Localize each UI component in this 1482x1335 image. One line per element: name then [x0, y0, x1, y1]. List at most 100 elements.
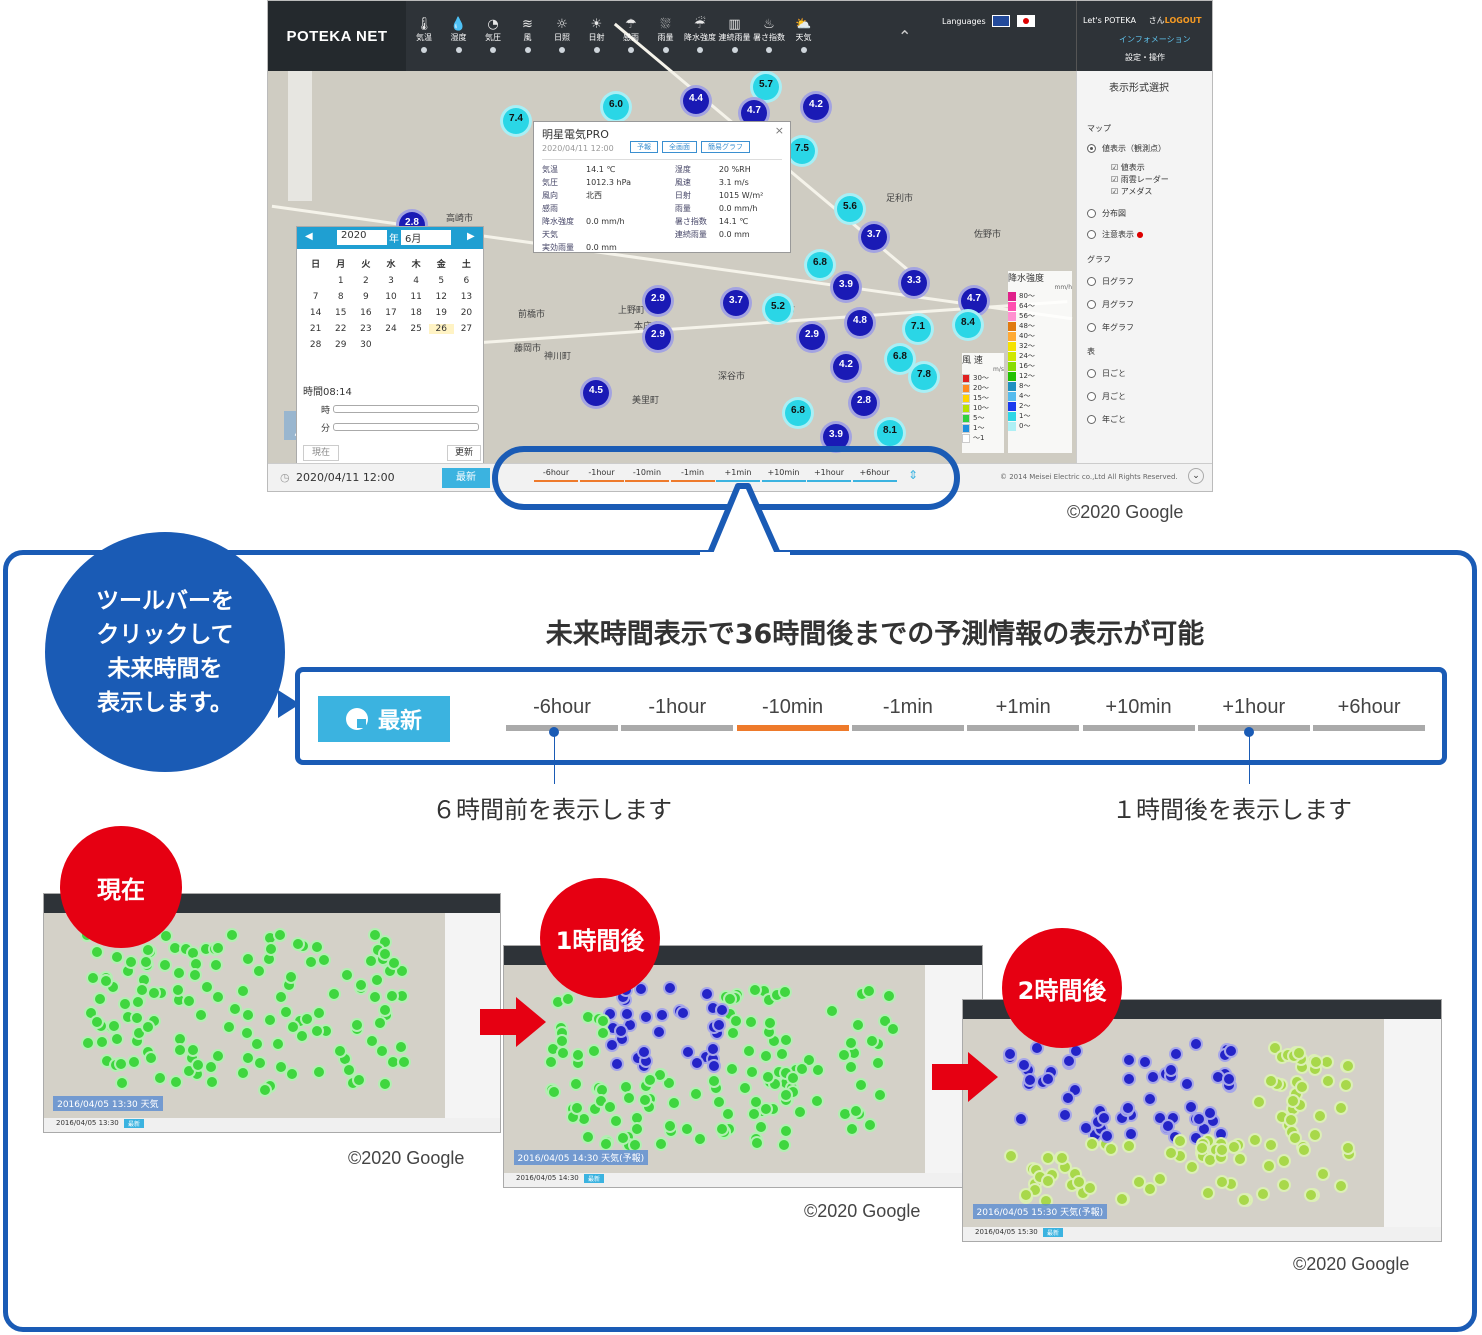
weather-item-3[interactable]: ≋ 風	[512, 17, 544, 67]
weather-item-radio[interactable]	[628, 47, 634, 53]
weather-item-2[interactable]: ◔ 気圧	[477, 17, 509, 67]
weather-item-0[interactable]: 🌡 気温	[408, 17, 440, 67]
uk-flag-icon[interactable]	[992, 15, 1011, 27]
radio-alert[interactable]: 注意表示 ●	[1087, 229, 1144, 240]
calendar-day[interactable]: 7	[303, 292, 328, 302]
radio-month-graph[interactable]: 月グラフ	[1087, 299, 1134, 310]
calendar-day[interactable]: 26	[428, 324, 454, 334]
expand-toggle-icon[interactable]: ⌃	[898, 27, 911, 46]
weather-item-1[interactable]: 💧 湿度	[443, 17, 475, 67]
prev-month-icon[interactable]: ◀	[305, 231, 313, 242]
thumb-latest-button[interactable]: 最新	[124, 1118, 145, 1128]
weather-item-radio[interactable]	[593, 47, 600, 53]
year-select[interactable]: 2020	[337, 230, 387, 245]
calendar-day[interactable]: 2	[353, 276, 378, 286]
station-marker[interactable]: 8.4	[952, 309, 984, 341]
station-marker[interactable]: 8.1	[874, 417, 906, 449]
calendar-day[interactable]: 9	[353, 292, 378, 302]
station-marker[interactable]: 4.2	[800, 91, 832, 123]
month-select[interactable]: 6月	[401, 230, 451, 245]
station-marker[interactable]: 7.8	[908, 361, 940, 393]
collapse-icon[interactable]: ⌄	[1188, 468, 1204, 484]
calendar-day[interactable]: 30	[353, 340, 378, 350]
time-step-+1hour[interactable]: +1hour	[1197, 696, 1310, 731]
radio-by-year[interactable]: 年ごと	[1087, 414, 1126, 425]
calendar-day[interactable]: 6	[454, 276, 479, 286]
time-step--1hour[interactable]: -1hour	[621, 696, 734, 731]
time-step--6hour[interactable]: -6hour	[506, 696, 618, 731]
radio-by-month[interactable]: 月ごと	[1087, 391, 1126, 402]
station-marker[interactable]: 2.9	[796, 321, 828, 353]
radio-day-graph[interactable]: 日グラフ	[1087, 276, 1134, 287]
time-step--10min[interactable]: -10min	[736, 696, 849, 731]
calendar-day[interactable]: 8	[328, 292, 353, 302]
station-marker[interactable]: 4.4	[680, 85, 712, 117]
calendar-day[interactable]: 24	[378, 324, 403, 334]
station-marker[interactable]: 2.9	[642, 285, 674, 317]
latest-button[interactable]: 最新	[442, 468, 490, 488]
weather-item-radio[interactable]	[559, 47, 565, 53]
station-marker[interactable]: 6.0	[600, 91, 632, 123]
popup-tab-2[interactable]: 簡易グラフ	[701, 141, 750, 153]
now-button[interactable]: 現在	[303, 445, 339, 461]
weather-item-11[interactable]: ⛅ 天気	[788, 17, 820, 67]
update-button[interactable]: 更新	[447, 445, 481, 461]
station-marker[interactable]: 4.5	[580, 377, 612, 409]
logout-link[interactable]: LOGOUT	[1165, 16, 1202, 25]
station-marker[interactable]: 3.9	[830, 271, 862, 303]
radio-by-day[interactable]: 日ごと	[1087, 368, 1126, 379]
calendar-day[interactable]: 3	[378, 276, 403, 286]
station-marker[interactable]: 6.8	[782, 397, 814, 429]
zoom-control[interactable]	[288, 71, 312, 201]
popup-tab-1[interactable]: 全画面	[662, 141, 697, 153]
station-marker[interactable]: 4.2	[830, 351, 862, 383]
calendar-day[interactable]: 13	[454, 292, 479, 302]
calendar-day[interactable]: 29	[328, 340, 353, 350]
calendar-day[interactable]: 28	[303, 340, 328, 350]
weather-item-radio[interactable]	[766, 47, 772, 53]
station-marker[interactable]: 5.6	[834, 193, 866, 225]
calendar-day[interactable]: 16	[353, 308, 378, 318]
weather-item-6[interactable]: ☂ 感雨	[615, 17, 647, 67]
station-marker[interactable]: 3.7	[858, 221, 890, 253]
app-logo[interactable]: POTEKA NET	[268, 1, 406, 71]
station-marker[interactable]: 2.9	[642, 321, 674, 353]
check-value[interactable]: ☑ 値表示	[1111, 162, 1145, 173]
hour-slider[interactable]	[333, 405, 479, 413]
station-marker[interactable]: 5.2	[762, 293, 794, 325]
station-marker[interactable]: 6.8	[804, 249, 836, 281]
weather-item-4[interactable]: ☼ 日照	[546, 17, 578, 67]
station-marker[interactable]: 2.8	[848, 387, 880, 419]
time-step-+10min[interactable]: +10min	[1082, 696, 1195, 731]
minute-slider[interactable]	[333, 423, 479, 431]
close-icon[interactable]: ×	[775, 124, 784, 137]
weather-item-5[interactable]: ☀ 日射	[581, 17, 613, 67]
station-marker[interactable]: 7.4	[500, 105, 532, 137]
calendar-day[interactable]: 22	[328, 324, 353, 334]
thumb-latest-button[interactable]: 最新	[1043, 1227, 1064, 1237]
station-marker[interactable]: 3.7	[720, 287, 752, 319]
weather-item-9[interactable]: ▥ 連続雨量	[719, 17, 751, 67]
weather-item-10[interactable]: ♨ 暑さ指数	[753, 17, 785, 67]
settings-link[interactable]: 設定・操作	[1125, 52, 1165, 63]
radio-distribution[interactable]: 分布図	[1087, 208, 1126, 219]
weather-item-radio[interactable]	[697, 47, 703, 53]
station-marker[interactable]: 4.8	[844, 307, 876, 339]
radio-year-graph[interactable]: 年グラフ	[1087, 322, 1134, 333]
radio-value-display[interactable]: 値表示（観測点）	[1087, 143, 1166, 154]
calendar-day[interactable]: 14	[303, 308, 328, 318]
thumb-latest-button[interactable]: 最新	[584, 1173, 605, 1183]
check-amedas[interactable]: ☑ アメダス	[1111, 186, 1152, 197]
calendar-day[interactable]: 17	[378, 308, 403, 318]
calendar-day[interactable]: 10	[378, 292, 403, 302]
popup-tab-0[interactable]: 予報	[630, 141, 658, 153]
japan-flag-icon[interactable]	[1016, 15, 1035, 27]
calendar-day[interactable]: 23	[353, 324, 378, 334]
calendar-day[interactable]: 25	[404, 324, 429, 334]
station-marker[interactable]: 3.3	[898, 267, 930, 299]
calendar-day[interactable]: 1	[328, 276, 353, 286]
time-step-+1min[interactable]: +1min	[967, 696, 1080, 731]
weather-item-radio[interactable]	[800, 47, 807, 53]
calendar-day[interactable]: 27	[454, 324, 479, 334]
calendar-day[interactable]: 5	[429, 276, 454, 286]
